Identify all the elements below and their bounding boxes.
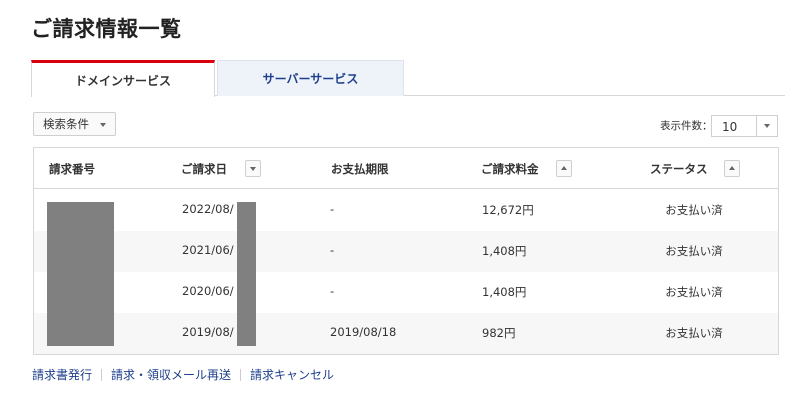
display-count-label: 表示件数： xyxy=(660,120,713,132)
display-count-select[interactable]: 10 xyxy=(711,115,778,137)
divider xyxy=(101,368,103,381)
cell-invoice-date: 2020/06/ xyxy=(182,284,234,298)
cell-invoice-date: 2021/06/ xyxy=(182,243,234,257)
cell-amount: 12,672円 xyxy=(482,203,534,217)
sort-invoice-date-button[interactable] xyxy=(245,160,261,177)
sort-amount-button[interactable] xyxy=(556,160,572,177)
cell-amount: 982円 xyxy=(482,326,516,340)
cell-due-date: - xyxy=(330,243,335,257)
resend-invoice-email-link[interactable]: 請求・領収メール再送 xyxy=(111,366,231,383)
table-row: 2021/06/ - 1,408円 お支払い済 xyxy=(34,231,778,272)
table-row: 2020/06/ - 1,408円 お支払い済 xyxy=(34,272,778,313)
cell-status: お支払い済 xyxy=(665,326,723,340)
redaction-block-dates xyxy=(237,202,256,346)
cell-invoice-date: 2019/08/ xyxy=(182,325,234,339)
header-status: ステータス xyxy=(650,162,708,176)
divider xyxy=(240,368,242,381)
cell-due-date: - xyxy=(330,202,335,216)
cell-amount: 1,408円 xyxy=(482,285,527,299)
header-due-date: お支払期限 xyxy=(331,162,389,176)
header-invoice-number: 請求番号 xyxy=(49,162,95,176)
select-arrow xyxy=(756,116,777,136)
cell-amount: 1,408円 xyxy=(482,244,527,258)
service-tabs: ドメインサービス サーバーサービス xyxy=(31,60,785,97)
redaction-block-invoice-numbers xyxy=(47,202,114,346)
issue-invoice-link[interactable]: 請求書発行 xyxy=(32,366,92,383)
footer-links: 請求書発行 請求・領収メール再送 請求キャンセル xyxy=(32,366,334,383)
tab-server-service[interactable]: サーバーサービス xyxy=(217,60,404,96)
sort-asc-icon xyxy=(561,166,567,170)
cell-due-date: - xyxy=(330,284,335,298)
cell-invoice-date: 2022/08/ xyxy=(182,202,234,216)
display-count-value: 10 xyxy=(722,120,738,134)
cell-status: お支払い済 xyxy=(665,244,723,258)
chevron-down-icon xyxy=(764,124,770,128)
table-row: 2019/08/ 2019/08/18 982円 お支払い済 xyxy=(34,313,778,354)
page-title: ご請求情報一覧 xyxy=(31,17,182,41)
cell-due-date: 2019/08/18 xyxy=(330,325,397,339)
sort-status-button[interactable] xyxy=(724,160,740,177)
search-conditions-button[interactable]: 検索条件 xyxy=(33,112,116,136)
cell-status: お支払い済 xyxy=(665,285,723,299)
sort-desc-icon xyxy=(250,167,256,171)
tab-domain-service[interactable]: ドメインサービス xyxy=(31,60,215,97)
invoice-table: 請求番号 ご請求日 お支払期限 ご請求料金 ステータス 2022/08/ - 1… xyxy=(33,147,779,355)
chevron-down-icon xyxy=(100,123,106,127)
cell-status: お支払い済 xyxy=(665,203,723,217)
sort-asc-icon xyxy=(729,166,735,170)
cancel-invoice-link[interactable]: 請求キャンセル xyxy=(250,366,334,383)
header-amount: ご請求料金 xyxy=(481,162,539,176)
table-header: 請求番号 ご請求日 お支払期限 ご請求料金 ステータス xyxy=(34,148,778,189)
header-invoice-date: ご請求日 xyxy=(181,162,227,176)
table-row: 2022/08/ - 12,672円 お支払い済 xyxy=(34,190,778,231)
search-conditions-label: 検索条件 xyxy=(43,117,89,131)
